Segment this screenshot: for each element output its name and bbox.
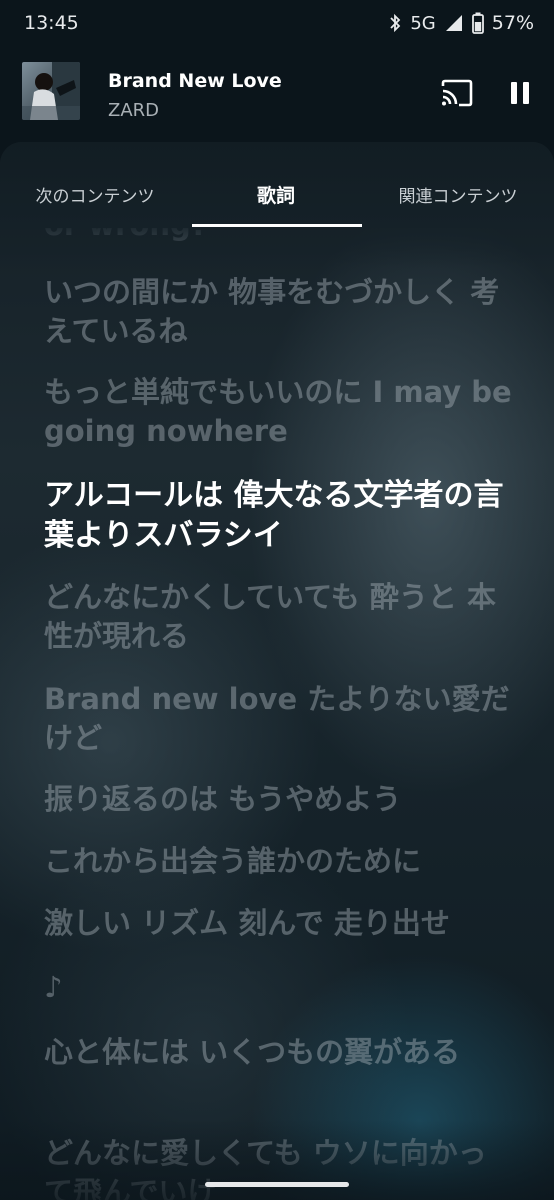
mini-player[interactable]: Brand New Love ZARD — [0, 54, 554, 140]
status-icons: 5G 57% — [388, 12, 534, 34]
track-title: Brand New Love — [108, 70, 282, 92]
lyric-line[interactable]: 振り返るのは もうやめよう — [44, 780, 514, 819]
pause-icon — [509, 80, 531, 110]
album-art[interactable] — [22, 62, 80, 120]
music-player-screen: 13:45 5G 57% Brand New Love ZARD 次のコンテンツ… — [0, 0, 554, 1200]
tab-indicator — [192, 224, 362, 227]
lyric-line[interactable]: 激しい リズム 刻んで 走り出せ — [44, 904, 514, 943]
bluetooth-icon — [388, 13, 402, 33]
lyric-line[interactable]: 心と体には いくつもの翼がある — [44, 1033, 514, 1072]
lyric-line[interactable]: どんなにかくしていても 酔うと 本性が現れる — [44, 578, 514, 656]
lyric-line[interactable]: ♪ — [44, 968, 514, 1007]
home-indicator[interactable] — [205, 1182, 349, 1187]
lyric-line[interactable]: もっと単純でもいいのに I may be going nowhere — [44, 373, 514, 451]
tab-lyrics[interactable]: 歌詞 — [190, 181, 362, 211]
lyric-line[interactable]: or wrong? — [44, 228, 514, 245]
signal-icon — [444, 13, 464, 33]
lyric-line[interactable]: いつの間にか 物事をむづかしく 考えているね — [44, 273, 514, 351]
lyrics-list[interactable]: or wrong? いつの間にか 物事をむづかしく 考えているね もっと単純でも… — [0, 228, 554, 1200]
network-label: 5G — [410, 12, 436, 34]
tab-up-next[interactable]: 次のコンテンツ — [0, 182, 190, 212]
track-artist: ZARD — [108, 100, 160, 121]
status-bar: 13:45 5G 57% — [0, 0, 554, 50]
lyrics-sheet: 次のコンテンツ 歌詞 関連コンテンツ or wrong? いつの間にか 物事をむ… — [0, 142, 554, 1200]
lyric-line[interactable]: どんなに愛しくても ウソに向かって飛んでいけ — [44, 1134, 514, 1200]
battery-percent: 57% — [491, 12, 534, 34]
cast-button[interactable] — [438, 78, 476, 112]
battery-icon — [471, 12, 484, 34]
pause-button[interactable] — [502, 78, 538, 112]
lyric-line[interactable]: これから出会う誰かのために — [44, 842, 514, 881]
status-time: 13:45 — [24, 12, 79, 34]
lyric-line[interactable]: Brand new love たよりない愛だけど — [44, 680, 514, 758]
tab-bar: 次のコンテンツ 歌詞 関連コンテンツ — [0, 142, 554, 228]
tab-related[interactable]: 関連コンテンツ — [362, 182, 554, 212]
cast-icon — [440, 79, 474, 111]
lyric-line-active[interactable]: アルコールは 偉大なる文学者の言葉よりスバラシイ — [44, 476, 514, 556]
